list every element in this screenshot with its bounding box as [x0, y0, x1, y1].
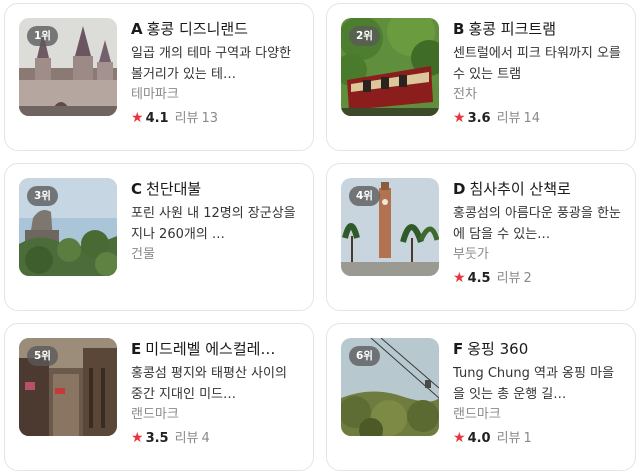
place-card-5[interactable]: 5위 E 미드레벨 에스컬레… 홍콩섬 평지와 태평산 사이의 중간 지대인 미드… — [4, 323, 314, 471]
thumbnail-disney-castle[interactable]: 1위 — [19, 18, 117, 116]
place-letter: D — [453, 180, 466, 198]
review-label: 리뷰 — [496, 111, 521, 126]
place-title[interactable]: A 홍콩 디즈니랜드 — [131, 18, 301, 40]
place-description: 홍콩섬의 아름다운 풍광을 한눈에 담을 수 있는… — [453, 206, 621, 242]
thumbnail-cable-car[interactable]: 6위 — [341, 338, 439, 436]
rank-badge: 4위 — [349, 186, 380, 206]
place-letter: A — [131, 20, 143, 38]
place-description: 포린 사원 내 12명의 장군상을 지나 260개의 … — [131, 206, 296, 242]
place-name: 홍콩 피크트램 — [468, 20, 557, 38]
rank-badge: 2위 — [349, 26, 380, 46]
review-count: 2 — [523, 271, 532, 286]
place-name: 천단대불 — [146, 180, 202, 198]
place-description: 센트럴에서 피크 타워까지 오를 수 있는 트램 — [453, 46, 621, 82]
place-category: 랜드마크 — [453, 407, 501, 422]
review-count: 1 — [523, 431, 532, 446]
rating-score: 4.5 — [467, 271, 491, 286]
thumbnail-escalator-street[interactable]: 5위 — [19, 338, 117, 436]
place-category: 전차 — [453, 87, 477, 102]
place-letter: F — [453, 340, 464, 358]
review-label: 리뷰 — [174, 111, 199, 126]
rating-row: ★ 3.5 리뷰 4 — [131, 427, 301, 450]
place-card-4[interactable]: 4위 D 침사추이 산책로 홍콩섬의 아름다운 풍광을 한눈에 담을 수 있는… … — [326, 163, 636, 311]
thumbnail-peak-tram[interactable]: 2위 — [341, 18, 439, 116]
place-description: 일곱 개의 테마 구역과 다양한 볼거리가 있는 테… — [131, 46, 292, 82]
place-card-2[interactable]: 2위 B 홍콩 피크트램 센트럴에서 피크 타워까지 오를 수 있는 트램 전차 … — [326, 3, 636, 151]
rank-badge: 1위 — [27, 26, 58, 46]
place-letter: E — [131, 340, 142, 358]
place-card-1[interactable]: 1위 A 홍콩 디즈니랜드 일곱 개의 테마 구역과 다양한 볼거리가 있는 테…… — [4, 3, 314, 151]
rating-row: ★ 4.5 리뷰 2 — [453, 267, 623, 290]
rank-badge: 3위 — [27, 186, 58, 206]
place-name: 미드레벨 에스컬레… — [145, 340, 276, 358]
place-category: 건물 — [131, 247, 155, 262]
thumbnail-clock-tower[interactable]: 4위 — [341, 178, 439, 276]
place-title[interactable]: F 옹핑 360 — [453, 338, 623, 360]
place-name: 침사추이 산책로 — [469, 180, 571, 198]
place-category: 랜드마크 — [131, 407, 179, 422]
review-count: 14 — [523, 111, 541, 126]
place-category: 부둣가 — [453, 247, 489, 262]
rating-row: ★ 4.1 리뷰 13 — [131, 107, 301, 130]
place-category: 테마파크 — [131, 87, 179, 102]
place-title[interactable]: C 천단대불 — [131, 178, 301, 200]
rank-badge: 5위 — [27, 346, 58, 366]
review-label: 리뷰 — [496, 431, 521, 446]
place-description: 홍콩섬 평지와 태평산 사이의 중간 지대인 미드… — [131, 366, 287, 402]
star-icon: ★ — [131, 430, 144, 446]
place-title[interactable]: B 홍콩 피크트램 — [453, 18, 623, 40]
place-letter: B — [453, 20, 465, 38]
thumbnail-big-buddha[interactable]: 3위 — [19, 178, 117, 276]
place-letter: C — [131, 180, 143, 198]
rating-score: 4.0 — [467, 431, 491, 446]
rating-score: 3.5 — [145, 431, 169, 446]
review-label: 리뷰 — [174, 431, 199, 446]
rating-score: 3.6 — [467, 111, 491, 126]
place-description: Tung Chung 역과 옹핑 마을을 잇는 총 운행 길… — [453, 366, 615, 402]
rating-score: 4.1 — [145, 111, 169, 126]
star-icon: ★ — [453, 110, 466, 126]
star-icon: ★ — [131, 110, 144, 126]
place-card-6[interactable]: 6위 F 옹핑 360 Tung Chung 역과 옹핑 마을을 잇는 총 운행 … — [326, 323, 636, 471]
review-label: 리뷰 — [496, 271, 521, 286]
place-card-3[interactable]: 3위 C 천단대불 포린 사원 내 12명의 장군상을 지나 260개의 … 건물 — [4, 163, 314, 311]
rating-row: ★ 4.0 리뷰 1 — [453, 427, 623, 450]
star-icon: ★ — [453, 270, 466, 286]
place-title[interactable]: D 침사추이 산책로 — [453, 178, 623, 200]
place-title[interactable]: E 미드레벨 에스컬레… — [131, 338, 301, 360]
rating-row: ★ 3.6 리뷰 14 — [453, 107, 623, 130]
place-name: 홍콩 디즈니랜드 — [146, 20, 248, 38]
rank-badge: 6위 — [349, 346, 380, 366]
review-count: 4 — [201, 431, 210, 446]
place-name: 옹핑 360 — [467, 340, 529, 358]
review-count: 13 — [201, 111, 219, 126]
star-icon: ★ — [453, 430, 466, 446]
